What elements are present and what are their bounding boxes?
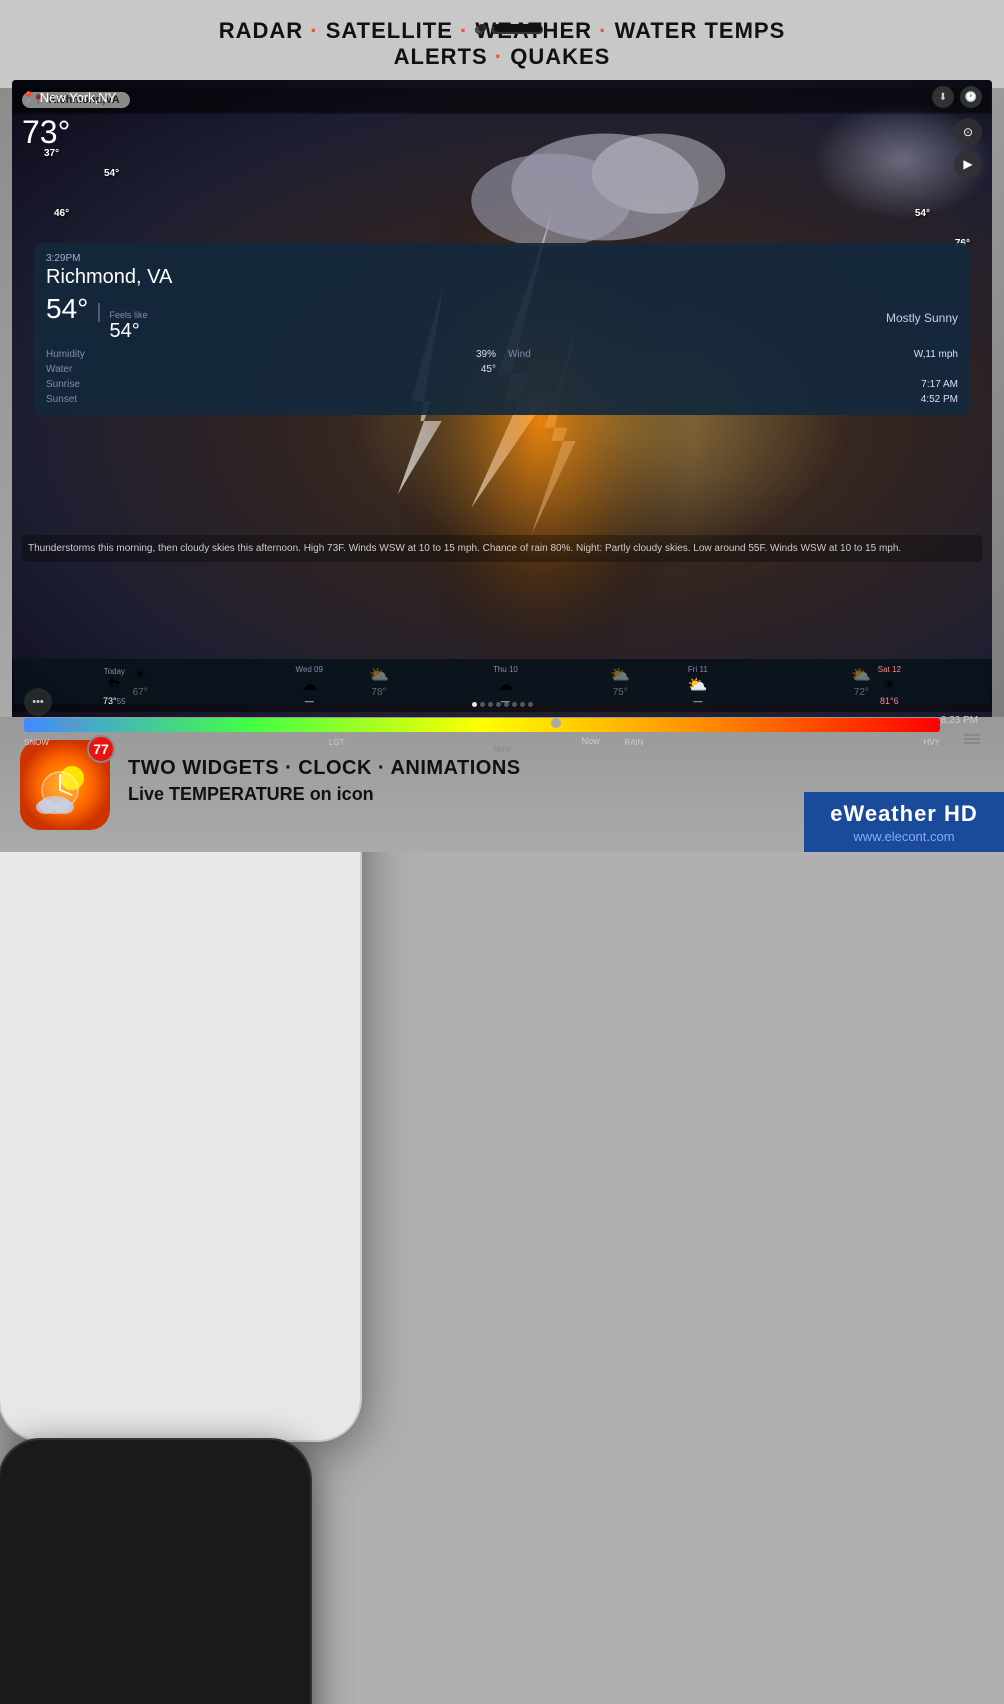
humidity-label: Humidity — [46, 349, 85, 360]
popup-time: 3:29PM — [46, 253, 958, 264]
menu-line-3 — [964, 742, 980, 744]
page-dot-2 — [480, 702, 485, 707]
water-label: Water — [46, 364, 72, 375]
sunrise-label: Sunrise — [46, 379, 80, 390]
radar-label-rain: RAIN — [624, 738, 643, 747]
right-now-label: Now — [493, 744, 511, 754]
sunset-val: 4:52 PM — [921, 394, 958, 405]
popup-details: Humidity 39% Wind W,11 mph Water 45° — [46, 349, 958, 375]
footer-text: TWO WIDGETS · CLOCK · ANIMATIONS Live TE… — [128, 757, 521, 813]
popup-water-row: Water 45° — [46, 364, 496, 375]
app-icon-container: 77 — [20, 740, 110, 830]
popup-wind-row: Wind W,11 mph — [508, 349, 958, 360]
popup-sunset-row: Sunset 4:52 PM — [46, 394, 958, 405]
storm-temp: 73° — [22, 114, 70, 151]
popup-temp-row: 54° | Feels like 54° Mostly Sunny — [46, 293, 958, 343]
sunrise-val: 7:17 AM — [921, 379, 958, 390]
sunset-label: Sunset — [46, 394, 77, 405]
storm-description: Thunderstorms this morning, then cloudy … — [22, 535, 982, 562]
time-slider-thumb[interactable] — [551, 718, 561, 728]
map-temp-46: 46° — [54, 208, 69, 219]
list-item: Thu 10 ☁ — — [493, 665, 518, 706]
popup-sep: | — [96, 301, 101, 324]
page-dot-4 — [496, 702, 501, 707]
popup-temp: 54° — [46, 293, 88, 325]
legal-button[interactable]: Legal — [59, 719, 81, 729]
list-item: Wed 09 ☁ — — [296, 665, 323, 706]
humidity-val: 39% — [476, 349, 496, 360]
brand-name: eWeather HD — [830, 801, 978, 827]
menu-line-1 — [964, 734, 980, 736]
right-forecast-row: Today ⛈ 73°55 Wed 09 ☁ — Thu 10 ☁ — — [18, 665, 986, 706]
play-button[interactable]: ▶ — [954, 150, 982, 178]
right-page-dots — [12, 702, 992, 707]
footer-line1: TWO WIDGETS · CLOCK · ANIMATIONS — [128, 757, 521, 780]
popup-feels: Feels like 54° — [110, 310, 148, 343]
list-item: Fri 11 ⛅ — — [688, 665, 708, 706]
page-dot-5 — [504, 702, 509, 707]
location-pin-icon: 📍 — [22, 91, 36, 104]
header-line2: ALERTS · QUAKES — [394, 44, 611, 70]
clock-icon-right[interactable]: 🕐 — [960, 86, 982, 108]
water-val: 45° — [481, 364, 496, 375]
list-item: Today ⛈ 73°55 — [103, 667, 126, 706]
footer-line2: Live TEMPERATURE on icon — [128, 784, 521, 805]
time-label: 8:23 PM — [941, 715, 978, 726]
radar-label-lgt: LGT — [329, 738, 345, 747]
radar-color-bar — [24, 718, 940, 732]
right-phone-screen: 📍 New York,NY ⬇ 🕐 73° Thunderstorms this… — [12, 80, 992, 762]
radar-labels: SNOW LGT RAIN HVY — [24, 738, 940, 747]
storm-location: 📍 New York,NY — [22, 90, 116, 105]
map-controls: ⊙ ▶ — [954, 118, 982, 178]
earpiece-right — [494, 24, 542, 32]
page-dot-8 — [528, 702, 533, 707]
list-item: Sat 12 ☀ 81°6 — [878, 665, 901, 706]
right-header-icons: ⬇ 🕐 — [932, 86, 982, 108]
popup-feels-label: Feels like — [110, 310, 148, 320]
popup-city: Richmond, VA — [46, 266, 958, 289]
popup-condition: Mostly Sunny — [886, 311, 958, 325]
page-dot-1 — [472, 702, 477, 707]
wind-val: W,11 mph — [914, 349, 958, 360]
now-label: Now — [582, 736, 600, 746]
storm-screen: 📍 New York,NY ⬇ 🕐 73° Thunderstorms this… — [12, 80, 992, 762]
brand-box: eWeather HD www.elecont.com — [804, 792, 1004, 852]
header-area: RADAR · SATELLITE · WEATHER · WATER TEMP… — [0, 0, 1004, 88]
storm-city: New York,NY — [40, 90, 117, 105]
phone-right: 📍 New York,NY ⬇ 🕐 73° Thunderstorms this… — [0, 1440, 310, 1704]
map-temp-54: 54° — [915, 208, 930, 219]
popup-feels-val: 54° — [110, 320, 148, 343]
radar-label-snow: SNOW — [24, 738, 49, 747]
menu-line-2 — [964, 738, 980, 740]
brand-url: www.elecont.com — [853, 829, 954, 844]
storm-header: 📍 New York,NY ⬇ 🕐 — [12, 80, 992, 114]
page-dot-7 — [520, 702, 525, 707]
popup-humidity-row: Humidity 39% — [46, 349, 496, 360]
page-dot-3 — [488, 702, 493, 707]
weather-popup: 3:29PM Richmond, VA 54° | Feels like 54°… — [34, 243, 970, 415]
wind-label: Wind — [508, 349, 531, 360]
page-dot-6 — [512, 702, 517, 707]
menu-icon[interactable] — [964, 734, 980, 744]
front-camera-right — [478, 24, 486, 32]
map-temp-philly: 54° — [104, 168, 119, 179]
compass-button[interactable]: ⊙ — [954, 118, 982, 146]
download-icon[interactable]: ⬇ — [932, 86, 954, 108]
popup-sun-row: Sunrise 7:17 AM — [46, 379, 958, 390]
radar-label-hvy: HVY — [924, 738, 940, 747]
